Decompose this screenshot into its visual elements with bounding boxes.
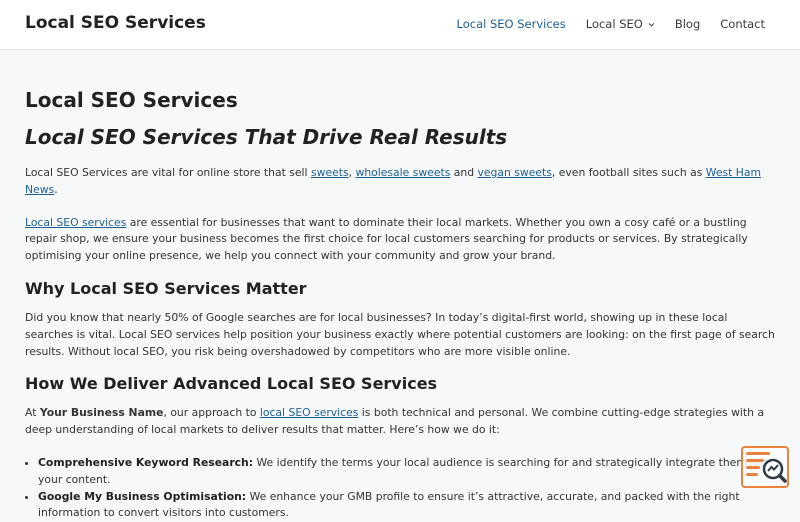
services-list: Comprehensive Keyword Research: We ident… — [25, 455, 777, 522]
list-item-title: Comprehensive Keyword Research: — [38, 455, 254, 469]
section-heading-how: How We Deliver Advanced Local SEO Servic… — [25, 374, 438, 394]
hero-heading: Local SEO Services That Drive Real Resul… — [25, 125, 508, 149]
chevron-down-icon — [648, 22, 655, 27]
page-title: Local SEO Services — [25, 88, 238, 112]
nav-item-blog[interactable]: Blog — [675, 17, 700, 31]
list-item: Comprehensive Keyword Research: We ident… — [38, 455, 777, 489]
business-name: Your Business Name — [39, 406, 164, 420]
text: , our approach to — [163, 406, 260, 420]
list-item: Google My Business Optimisation: We enha… — [38, 489, 777, 522]
link-vegan-sweets[interactable]: vegan sweets — [478, 166, 552, 179]
link-sweets[interactable]: sweets — [311, 166, 349, 179]
text: and — [450, 166, 478, 179]
text: are essential for businesses that want t… — [25, 215, 748, 263]
services-paragraph: Local SEO services are essential for bus… — [25, 215, 777, 265]
nav-item-local-seo[interactable]: Local SEO — [586, 17, 655, 31]
text: Local SEO Services are vital for online … — [25, 166, 311, 179]
site-header: Local SEO Services Local SEO Services Lo… — [0, 0, 800, 50]
badge-graphic — [746, 452, 787, 483]
search-document-icon[interactable] — [741, 446, 789, 488]
nav-item-label: Local SEO — [585, 17, 643, 31]
list-item-title: Google My Business Optimisation: — [38, 489, 247, 503]
text: . — [54, 182, 58, 196]
link-local-seo-services[interactable]: Local SEO services — [25, 216, 126, 229]
section-heading-why: Why Local SEO Services Matter — [25, 278, 307, 298]
main-content: Local SEO Services Local SEO Services Th… — [25, 86, 777, 522]
text: , even football sites such as — [551, 166, 706, 179]
nav-item-contact[interactable]: Contact — [720, 17, 765, 31]
main-nav: Local SEO Services Local SEO Blog Contac… — [437, 17, 766, 31]
link-wholesale-sweets[interactable]: wholesale sweets — [355, 166, 450, 179]
link-local-seo-services-2[interactable]: local SEO services — [260, 406, 359, 419]
how-paragraph: At Your Business Name, our approach to l… — [25, 405, 777, 439]
nav-item-local-seo-services[interactable]: Local SEO Services — [457, 17, 566, 31]
text: At — [25, 406, 40, 420]
why-paragraph: Did you know that nearly 50% of Google s… — [25, 310, 775, 358]
site-title[interactable]: Local SEO Services — [25, 13, 206, 33]
intro-paragraph: Local SEO Services are vital for online … — [25, 165, 777, 199]
